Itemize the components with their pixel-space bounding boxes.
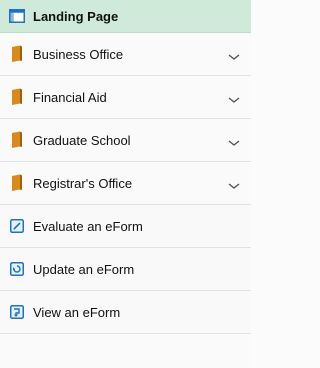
- sidebar-item-evaluate-eform[interactable]: Evaluate an eForm: [0, 205, 251, 248]
- sidebar-empty-space: [0, 334, 251, 368]
- sidebar-item-label: Registrar's Office: [33, 175, 133, 191]
- sidebar-nav: Landing Page Business Office Financial A…: [0, 0, 251, 368]
- sidebar-item-registrars-office[interactable]: Registrar's Office: [0, 162, 251, 205]
- sidebar-item-financial-aid[interactable]: Financial Aid: [0, 76, 251, 119]
- folder-icon: [9, 45, 25, 63]
- chevron-down-icon[interactable]: [227, 135, 241, 146]
- sidebar-item-label: Financial Aid: [33, 89, 107, 105]
- sidebar-item-label: Business Office: [33, 46, 124, 62]
- chevron-down-icon[interactable]: [227, 178, 241, 189]
- chevron-down-icon[interactable]: [227, 49, 241, 60]
- sidebar-item-label: Landing Page: [33, 8, 119, 24]
- folder-icon: [9, 88, 25, 106]
- folder-icon: [9, 174, 25, 192]
- sidebar-item-graduate-school[interactable]: Graduate School: [0, 119, 251, 162]
- sidebar-item-label: Update an eForm: [33, 261, 135, 277]
- folder-icon: [9, 131, 25, 149]
- sidebar-item-label: View an eForm: [33, 304, 121, 320]
- sidebar-item-landing-page[interactable]: Landing Page: [0, 0, 251, 33]
- chevron-down-icon[interactable]: [227, 92, 241, 103]
- sidebar-item-label: Evaluate an eForm: [33, 218, 143, 234]
- evaluate-form-icon: [9, 217, 25, 235]
- sidebar-item-view-eform[interactable]: View an eForm: [0, 291, 251, 334]
- sidebar-item-business-office[interactable]: Business Office: [0, 33, 251, 76]
- sidebar-item-update-eform[interactable]: Update an eForm: [0, 248, 251, 291]
- update-form-icon: [9, 260, 25, 278]
- sidebar-item-label: Graduate School: [33, 132, 131, 148]
- view-form-icon: [9, 303, 25, 321]
- page-icon: [9, 7, 25, 25]
